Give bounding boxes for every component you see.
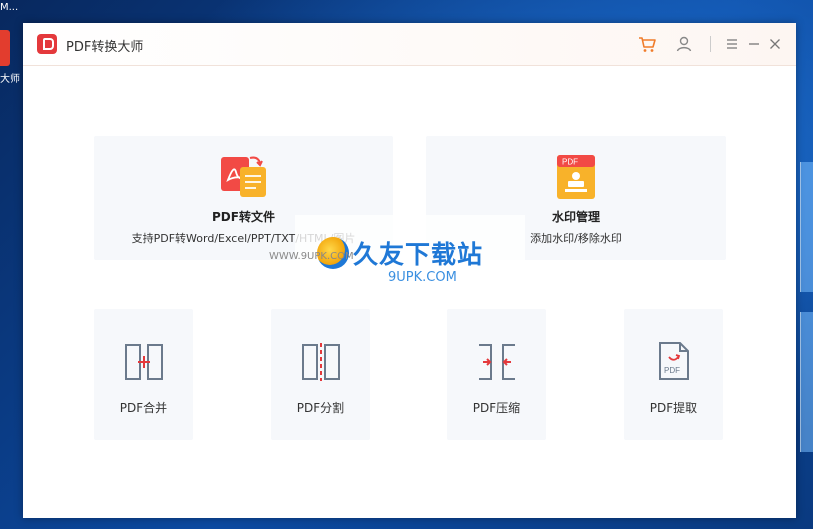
svg-text:PDF: PDF (664, 366, 680, 375)
desktop-app-icon[interactable] (0, 30, 10, 66)
desktop-icon-label: 大师 (0, 74, 20, 85)
cart-icon[interactable] (637, 34, 657, 54)
pdf-split-card[interactable]: PDF分割 (271, 309, 370, 440)
watermark-card[interactable]: PDF 水印管理 添加水印/移除水印 (426, 136, 726, 260)
close-icon[interactable] (765, 34, 785, 54)
merge-icon (124, 344, 163, 380)
pdf-convert-icon (220, 156, 266, 197)
pdf-compress-card[interactable]: PDF压缩 (447, 309, 546, 440)
watermark-url: 9UPK.COM (388, 270, 457, 285)
svg-text:PDF: PDF (562, 158, 578, 167)
compress-icon (478, 344, 515, 380)
card-title: 水印管理 (551, 210, 600, 224)
split-icon (301, 343, 340, 381)
card-title: PDF转文件 (212, 210, 275, 224)
pdf-merge-card[interactable]: PDF合并 (94, 309, 193, 440)
card-description: 支持PDF转Word/Excel/PPT/TXT/HTML/图片 (131, 232, 356, 245)
card-label: PDF提取 (649, 401, 698, 415)
desktop-tile (800, 162, 813, 292)
app-title: PDF转换大师 (66, 40, 144, 55)
menu-icon[interactable] (722, 34, 742, 54)
app-window: PDF转换大师 PDF转文件 支持PDF转Word/Excel/PPT/TXT/… (23, 23, 796, 518)
card-description: 添加水印/移除水印 (530, 232, 622, 245)
desktop-text: M... (0, 2, 19, 13)
watermark-icon: PDF (557, 155, 595, 199)
title-bar: PDF转换大师 (23, 23, 796, 66)
extract-icon: PDF (658, 342, 689, 380)
card-label: PDF压缩 (472, 401, 521, 415)
card-label: PDF合并 (119, 401, 168, 415)
pdf-to-file-card[interactable]: PDF转文件 支持PDF转Word/Excel/PPT/TXT/HTML/图片 (94, 136, 393, 260)
pdf-extract-card[interactable]: PDF PDF提取 (624, 309, 723, 440)
minimize-icon[interactable] (744, 34, 764, 54)
card-label: PDF分割 (296, 401, 345, 415)
title-bar-separator (710, 36, 711, 52)
desktop-tile (800, 312, 813, 452)
user-icon[interactable] (674, 34, 694, 54)
app-logo-icon (37, 34, 57, 54)
